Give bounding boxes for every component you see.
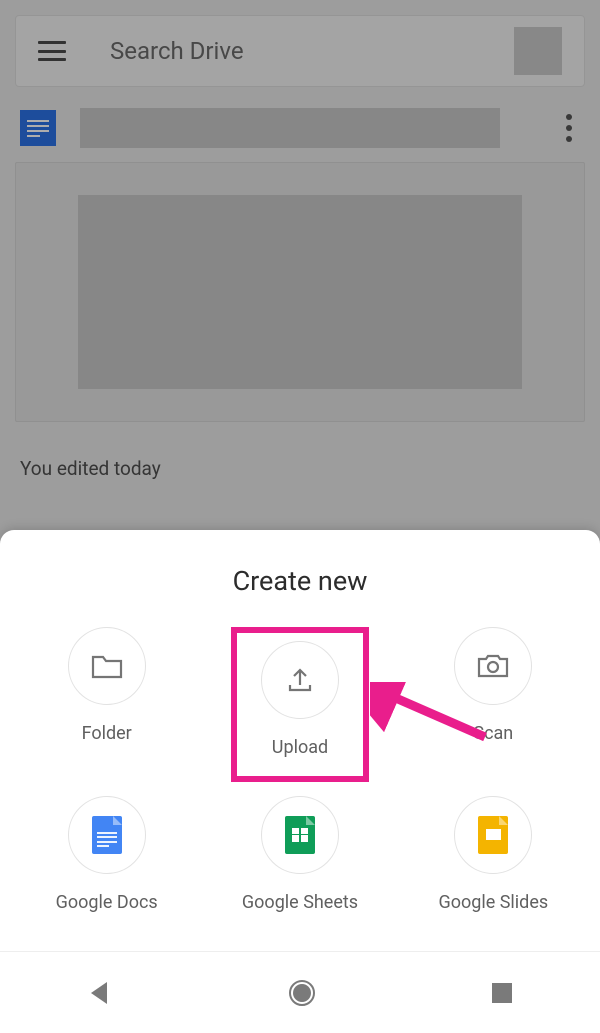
option-label: Scan	[473, 723, 513, 744]
create-upload-option[interactable]: Upload	[203, 627, 396, 768]
camera-icon	[476, 652, 510, 680]
option-label: Upload	[261, 737, 339, 758]
option-label: Google Docs	[56, 892, 158, 913]
option-label: Google Slides	[438, 892, 548, 913]
docs-icon	[92, 816, 122, 854]
sheets-icon	[285, 816, 315, 854]
android-nav-bar	[0, 951, 600, 1033]
folder-icon	[91, 653, 123, 679]
create-google-slides-option[interactable]: Google Slides	[397, 796, 590, 913]
nav-recent-icon[interactable]	[491, 982, 513, 1004]
upload-icon	[285, 665, 315, 695]
option-label: Folder	[82, 723, 132, 744]
create-google-sheets-option[interactable]: Google Sheets	[203, 796, 396, 913]
slides-icon	[478, 816, 508, 854]
option-label: Google Sheets	[242, 892, 358, 913]
create-google-docs-option[interactable]: Google Docs	[10, 796, 203, 913]
create-scan-option[interactable]: Scan	[397, 627, 590, 768]
create-options-grid: Folder Upload Scan	[0, 627, 600, 913]
nav-home-icon[interactable]	[287, 978, 317, 1008]
create-folder-option[interactable]: Folder	[10, 627, 203, 768]
annotation-highlight-box: Upload	[231, 627, 369, 782]
sheet-title: Create new	[0, 530, 600, 627]
nav-back-icon[interactable]	[87, 980, 113, 1006]
